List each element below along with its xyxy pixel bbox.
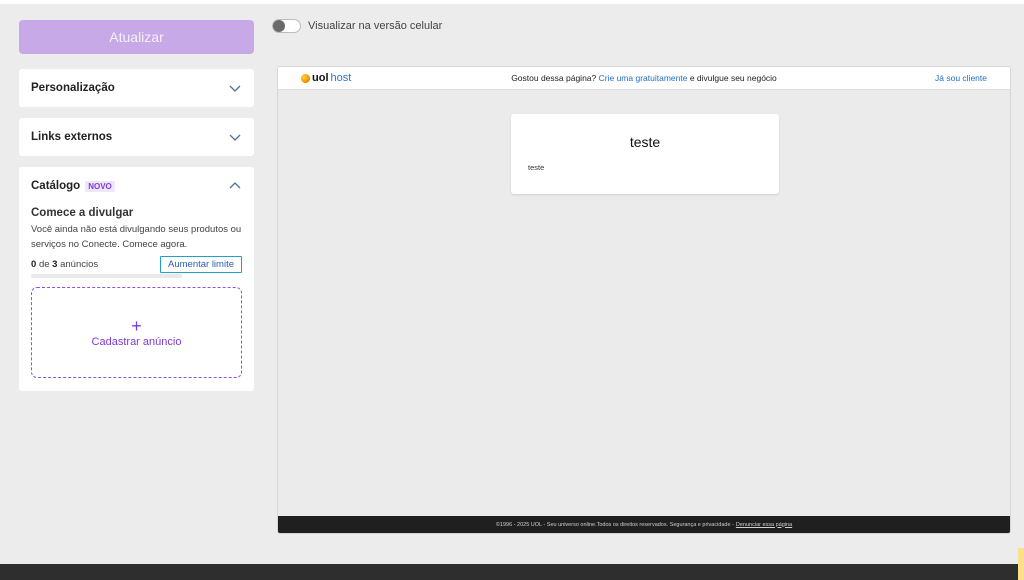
limit-row: 0 de 3 anúncios Aumentar limite: [31, 256, 242, 273]
card-text: teste: [528, 163, 545, 172]
panel-title: Catálogo: [31, 180, 81, 192]
preview-card: teste teste: [511, 114, 779, 194]
new-badge: NOVO: [85, 180, 115, 192]
page-preview: uol host Gostou dessa página? Crie uma g…: [277, 66, 1011, 534]
card-title: teste: [629, 134, 661, 150]
panel-header[interactable]: Links externos: [19, 118, 254, 156]
toggle-knob: [273, 20, 285, 32]
panel-title-wrap: Catálogo NOVO: [31, 180, 115, 192]
panel-header[interactable]: Personalização: [19, 69, 254, 107]
chevron-down-icon[interactable]: [228, 130, 242, 144]
add-ad-label: Cadastrar anúncio: [91, 335, 182, 348]
panel-catalogo: Catálogo NOVO Comece a divulgar Você ain…: [19, 167, 254, 391]
catalogo-body: Comece a divulgar Você ainda não está di…: [19, 207, 254, 391]
increase-limit-button[interactable]: Aumentar limite: [160, 256, 242, 273]
bottom-bar: [0, 564, 1024, 580]
create-free-link[interactable]: Crie uma gratuitamente: [599, 73, 688, 83]
ad-count-used: 0: [31, 259, 37, 270]
add-ad-button[interactable]: + Cadastrar anúncio: [31, 287, 242, 378]
mobile-view-toggle[interactable]: [272, 19, 301, 33]
panel-title: Links externos: [31, 131, 113, 143]
ad-count-unit: anúncios: [60, 259, 99, 270]
promo-prefix: Gostou dessa página?: [511, 73, 597, 83]
ad-progress-bar: [31, 274, 182, 278]
plus-icon: +: [131, 315, 142, 336]
preview-topbar: uol host Gostou dessa página? Crie uma g…: [278, 67, 1010, 90]
ad-count-sep: de: [38, 259, 50, 270]
panel-title: Personalização: [31, 82, 115, 94]
ad-count-total: 3: [52, 259, 58, 270]
preview-promo-message: Gostou dessa página? Crie uma gratuitame…: [278, 73, 1010, 83]
bottom-accent: [1018, 548, 1024, 580]
catalogo-subtitle: Comece a divulgar: [31, 207, 134, 219]
footer-text: ©1996 - 2025 UOL - Seu universo online.T…: [495, 521, 734, 528]
chevron-up-icon[interactable]: [228, 179, 242, 193]
catalogo-description: Você ainda não está divulgando seus prod…: [31, 224, 242, 250]
already-client-link[interactable]: Já sou cliente: [935, 73, 987, 83]
promo-suffix: e divulgue seu negócio: [689, 73, 777, 83]
report-page-link[interactable]: Denunciar essa página: [736, 522, 792, 528]
panel-header[interactable]: Catálogo NOVO: [19, 167, 254, 205]
top-strip: [0, 0, 1024, 4]
update-button[interactable]: Atualizar: [19, 20, 254, 54]
panel-personalizacao[interactable]: Personalização: [19, 69, 254, 107]
mobile-view-toggle-row: Visualizar na versão celular: [272, 19, 442, 33]
preview-footer: ©1996 - 2025 UOL - Seu universo online.T…: [278, 516, 1010, 533]
chevron-down-icon[interactable]: [228, 81, 242, 95]
mobile-view-label: Visualizar na versão celular: [308, 20, 443, 32]
panel-links-externos[interactable]: Links externos: [19, 118, 254, 156]
ad-count: 0 de 3 anúncios: [31, 259, 98, 270]
